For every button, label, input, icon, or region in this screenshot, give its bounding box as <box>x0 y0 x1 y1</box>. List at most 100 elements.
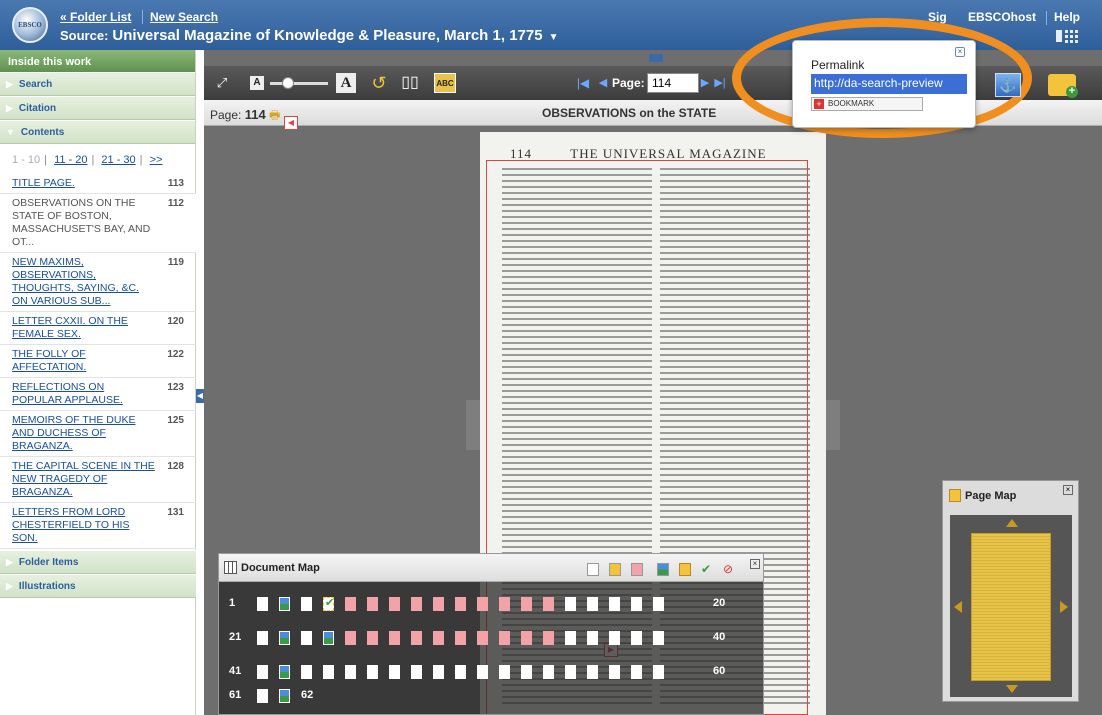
page-thumbnail[interactable] <box>279 597 290 611</box>
page-thumbnail[interactable] <box>631 631 642 645</box>
toc-item-title[interactable]: MEMOIRS OF THE DUKE AND DUCHESS OF BRAGA… <box>12 414 135 452</box>
permalink-url-field[interactable]: http://da-search-preview <box>811 74 967 94</box>
print-icon[interactable]: 🖶 <box>269 108 280 122</box>
toc-item[interactable]: NEW MAXIMS, OBSERVATIONS, THOUGHTS, SAYI… <box>0 253 196 312</box>
toc-item-title[interactable]: REFLECTIONS ON POPULAR APPLAUSE. <box>12 381 123 406</box>
page-thumbnail[interactable] <box>631 665 642 679</box>
toc-item[interactable]: MEMOIRS OF THE DUKE AND DUCHESS OF BRAGA… <box>0 411 196 457</box>
page-thumbnail[interactable] <box>543 597 554 611</box>
page-thumbnail[interactable] <box>609 597 620 611</box>
page-thumbnail[interactable] <box>477 597 488 611</box>
page-thumbnail[interactable] <box>257 597 268 611</box>
page-thumbnail[interactable] <box>433 631 444 645</box>
page-thumbnail[interactable] <box>587 597 598 611</box>
filter-page-icon[interactable] <box>587 563 599 576</box>
first-page-icon[interactable]: |◀ <box>570 72 596 94</box>
page-thumbnail[interactable] <box>587 631 598 645</box>
toc-item[interactable]: THE CAPITAL SCENE IN THE NEW TRAGEDY OF … <box>0 457 196 503</box>
previous-article-icon[interactable]: ◀ <box>284 116 298 130</box>
rotate-icon[interactable]: ↺ <box>368 72 390 94</box>
page-thumbnail[interactable] <box>653 631 664 645</box>
filter-article-icon[interactable] <box>609 563 621 576</box>
page-thumbnail[interactable] <box>499 597 510 611</box>
page-thumbnail[interactable] <box>455 665 466 679</box>
pager-next-link[interactable]: >> <box>150 154 163 166</box>
toc-item-title[interactable]: TITLE PAGE. <box>12 177 75 189</box>
ebscohost-link[interactable]: EBSCOhost <box>968 10 1036 24</box>
sidebar-section-search[interactable]: ▶ Search <box>0 72 195 96</box>
toc-item[interactable]: THE FOLLY OF AFFECTATION. 122 <box>0 345 196 378</box>
folder-list-link[interactable]: « Folder List <box>60 10 131 24</box>
page-thumbnail[interactable] <box>543 631 554 645</box>
page-thumbnail[interactable] <box>301 597 312 611</box>
collapse-header-toggle[interactable] <box>649 54 663 62</box>
page-thumbnail[interactable] <box>543 665 554 679</box>
page-number-input[interactable] <box>647 73 699 93</box>
page-thumbnail[interactable] <box>609 631 620 645</box>
page-thumbnail[interactable] <box>477 665 488 679</box>
clear-icon[interactable]: ⊘ <box>723 563 735 576</box>
toc-item-title[interactable]: LETTER CXXII. ON THE FEMALE SEX. <box>12 315 128 340</box>
page-thumbnail[interactable] <box>653 665 664 679</box>
previous-page-arrow[interactable] <box>466 400 480 450</box>
text-view-button[interactable]: ABC <box>434 73 456 93</box>
page-thumbnail[interactable] <box>257 665 268 679</box>
filter-selected-icon[interactable] <box>631 563 643 576</box>
checkmark-icon[interactable]: ✔ <box>701 563 713 576</box>
help-link[interactable]: Help <box>1054 10 1080 24</box>
toc-item-title[interactable]: NEW MAXIMS, OBSERVATIONS, THOUGHTS, SAYI… <box>12 256 139 307</box>
page-thumbnail[interactable] <box>521 665 532 679</box>
toc-item[interactable]: LETTER CXXII. ON THE FEMALE SEX. 120 <box>0 312 196 345</box>
page-thumbnail[interactable] <box>565 597 576 611</box>
page-thumbnail[interactable] <box>301 631 312 645</box>
page-thumbnail[interactable] <box>389 597 400 611</box>
page-thumbnail[interactable] <box>301 665 312 679</box>
page-thumbnail[interactable] <box>257 631 268 645</box>
ebsco-logo[interactable]: EBSCO <box>12 7 48 43</box>
page-thumbnail[interactable] <box>631 597 642 611</box>
last-page-icon[interactable]: ▶| <box>714 72 726 94</box>
source-dropdown-icon[interactable]: ▼ <box>549 32 559 43</box>
page-thumbnail[interactable] <box>587 665 598 679</box>
zoom-in-button[interactable]: A <box>336 73 356 93</box>
page-thumbnail[interactable] <box>257 689 268 703</box>
two-page-view-icon[interactable]: ▯▯ <box>398 72 422 94</box>
page-thumbnail[interactable] <box>499 665 510 679</box>
next-page-arrow[interactable] <box>826 400 840 450</box>
source-value[interactable]: Universal Magazine of Knowledge & Pleasu… <box>112 27 542 44</box>
toc-item-title[interactable]: LETTERS FROM LORD CHESTERFIELD TO HIS SO… <box>12 506 129 544</box>
page-map-thumbnail[interactable] <box>971 533 1051 681</box>
page-thumbnail[interactable] <box>389 631 400 645</box>
page-thumbnail[interactable] <box>323 631 334 645</box>
page-thumbnail[interactable] <box>411 597 422 611</box>
page-thumbnail[interactable] <box>609 665 620 679</box>
sidebar-section-contents[interactable]: ▼ Contents <box>0 120 195 144</box>
page-thumbnail[interactable] <box>345 597 356 611</box>
previous-page-icon[interactable]: ◀ <box>596 72 610 94</box>
page-thumbnail[interactable] <box>345 631 356 645</box>
page-thumbnail[interactable] <box>411 665 422 679</box>
pager-link[interactable]: 11 - 20 <box>54 154 87 166</box>
grid-icon[interactable] <box>1056 28 1080 44</box>
page-thumbnail[interactable] <box>389 665 400 679</box>
page-thumbnail[interactable] <box>367 597 378 611</box>
page-thumbnail[interactable] <box>521 631 532 645</box>
new-search-link[interactable]: New Search <box>150 10 218 24</box>
page-thumbnail[interactable] <box>345 665 356 679</box>
page-thumbnail[interactable] <box>411 631 422 645</box>
pan-up-icon[interactable] <box>1006 519 1018 527</box>
page-map-view[interactable] <box>950 515 1072 697</box>
toc-item[interactable]: LETTERS FROM LORD CHESTERFIELD TO HIS SO… <box>0 503 196 549</box>
toc-item[interactable]: TITLE PAGE. 113 <box>0 174 196 194</box>
next-page-icon[interactable]: ▶ <box>698 72 712 94</box>
page-thumbnail[interactable] <box>455 597 466 611</box>
bookmark-button[interactable]: BOOKMARK <box>811 97 923 111</box>
page-thumbnail[interactable] <box>433 665 444 679</box>
pan-left-icon[interactable] <box>954 601 962 613</box>
zoom-out-button[interactable]: A <box>250 76 264 90</box>
pan-right-icon[interactable] <box>1060 601 1068 613</box>
page-thumbnail[interactable] <box>323 596 334 611</box>
close-icon[interactable]: × <box>1063 485 1073 495</box>
page-thumbnail[interactable] <box>323 665 334 679</box>
sidebar-section-illustrations[interactable]: ▶ Illustrations <box>0 574 196 598</box>
